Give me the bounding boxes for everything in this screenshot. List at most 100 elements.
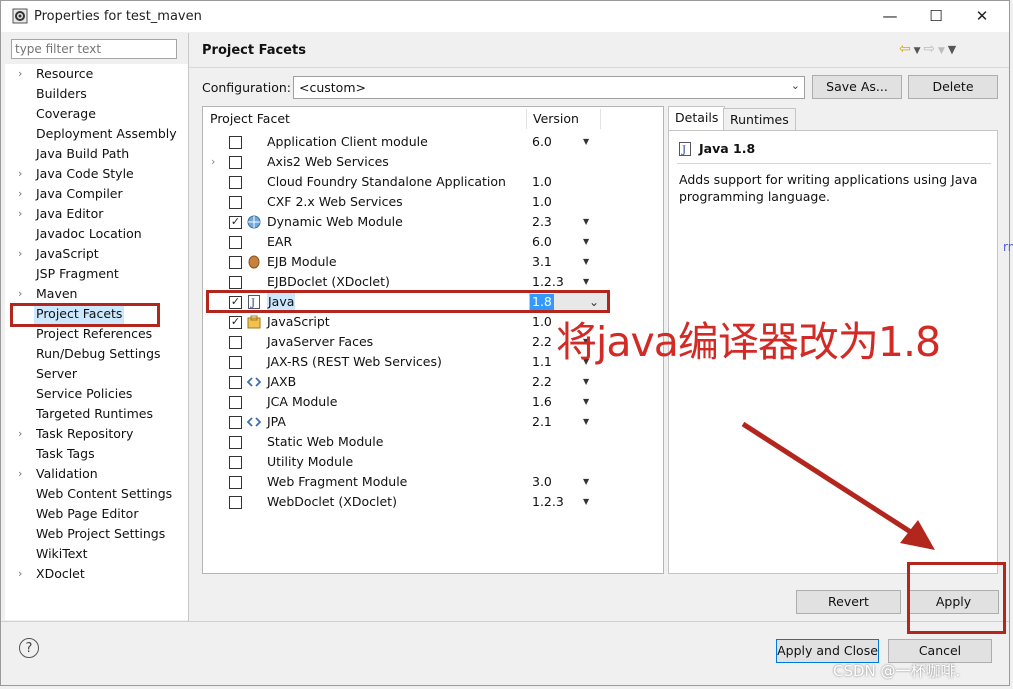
tree-item[interactable]: › XDoclet (5, 564, 187, 584)
chevron-right-icon[interactable]: › (18, 564, 22, 584)
configuration-select[interactable]: <custom> ⌄ (293, 76, 805, 99)
chevron-right-icon[interactable]: › (18, 284, 22, 304)
facet-checkbox[interactable] (229, 476, 242, 489)
tree-item[interactable]: Web Page Editor (5, 504, 187, 524)
facet-checkbox[interactable] (229, 176, 242, 189)
facet-name: CXF 2.x Web Services (267, 194, 403, 209)
minimize-button[interactable]: — (867, 1, 913, 32)
facet-checkbox[interactable]: ✓ (229, 216, 242, 229)
tree-item[interactable]: › Java Editor (5, 204, 187, 224)
tree-item[interactable]: JSP Fragment (5, 264, 187, 284)
tree-item[interactable]: › Task Repository (5, 424, 187, 444)
version-dropdown-icon[interactable]: ▼ (583, 252, 589, 272)
splitter[interactable] (188, 33, 189, 621)
tab-runtimes[interactable]: Runtimes (723, 108, 796, 130)
maximize-button[interactable]: ☐ (913, 1, 959, 32)
chevron-right-icon[interactable]: › (18, 244, 22, 264)
chevron-right-icon[interactable]: › (18, 184, 22, 204)
facet-checkbox[interactable] (229, 416, 242, 429)
facet-checkbox[interactable] (229, 336, 242, 349)
facet-checkbox[interactable] (229, 396, 242, 409)
tree-item[interactable]: › Java Compiler (5, 184, 187, 204)
facet-checkbox[interactable] (229, 276, 242, 289)
tree-item[interactable]: › Java Code Style (5, 164, 187, 184)
help-icon[interactable]: ? (19, 638, 39, 658)
revert-button[interactable]: Revert (796, 590, 901, 614)
facet-checkbox[interactable] (229, 196, 242, 209)
back-menu-icon[interactable]: ▼ (911, 46, 924, 56)
facet-row[interactable]: WebDoclet (XDoclet) 1.2.3 ▼ (203, 492, 663, 512)
tree-item[interactable]: › JavaScript (5, 244, 187, 264)
tree-item[interactable]: Web Project Settings (5, 524, 187, 544)
facet-row[interactable]: JCA Module 1.6 ▼ (203, 392, 663, 412)
tree-item[interactable]: Web Content Settings (5, 484, 187, 504)
tree-item[interactable]: WikiText (5, 544, 187, 564)
tree-item[interactable]: Task Tags (5, 444, 187, 464)
tree-item[interactable]: Server (5, 364, 187, 384)
tree-item[interactable]: › Maven (5, 284, 187, 304)
facet-row[interactable]: Static Web Module (203, 432, 663, 452)
close-button[interactable]: ✕ (959, 1, 1005, 32)
filter-input[interactable] (11, 39, 177, 59)
chevron-right-icon[interactable]: › (18, 204, 22, 224)
facet-row[interactable]: JPA 2.1 ▼ (203, 412, 663, 432)
tree-item[interactable]: › Validation (5, 464, 187, 484)
facet-row[interactable]: › Axis2 Web Services (203, 152, 663, 172)
column-header-version[interactable]: Version (533, 107, 579, 131)
facet-row[interactable]: EJB Module 3.1 ▼ (203, 252, 663, 272)
facet-checkbox[interactable] (229, 136, 242, 149)
facet-row[interactable]: EAR 6.0 ▼ (203, 232, 663, 252)
facet-checkbox[interactable] (229, 376, 242, 389)
version-dropdown-icon[interactable]: ▼ (583, 212, 589, 232)
chevron-right-icon[interactable]: › (18, 424, 22, 444)
back-icon[interactable]: ⇦ (899, 41, 911, 57)
facet-checkbox[interactable] (229, 256, 242, 269)
facet-row[interactable]: Utility Module (203, 452, 663, 472)
chevron-right-icon[interactable]: › (211, 152, 215, 172)
facet-row[interactable]: CXF 2.x Web Services 1.0 (203, 192, 663, 212)
version-dropdown-icon[interactable]: ▼ (583, 392, 589, 412)
tree-item[interactable]: Deployment Assembly (5, 124, 187, 144)
facet-checkbox[interactable] (229, 436, 242, 449)
delete-button[interactable]: Delete (908, 75, 998, 99)
facet-row[interactable]: JAXB 2.2 ▼ (203, 372, 663, 392)
forward-menu-icon[interactable]: ▼ (935, 46, 948, 56)
version-dropdown-icon[interactable]: ▼ (583, 472, 589, 492)
version-dropdown-icon[interactable]: ▼ (583, 492, 589, 512)
view-menu-icon[interactable]: ▼ (948, 43, 956, 56)
facet-checkbox[interactable]: ✓ (229, 316, 242, 329)
facet-checkbox[interactable] (229, 236, 242, 249)
tree-item[interactable]: Service Policies (5, 384, 187, 404)
facet-row[interactable]: Application Client module 6.0 ▼ (203, 132, 663, 152)
tree-item[interactable]: Javadoc Location (5, 224, 187, 244)
facet-row[interactable]: EJBDoclet (XDoclet) 1.2.3 ▼ (203, 272, 663, 292)
facet-row[interactable]: Web Fragment Module 3.0 ▼ (203, 472, 663, 492)
facet-checkbox[interactable] (229, 456, 242, 469)
facet-name: JavaScript (267, 314, 330, 329)
tree-item[interactable]: Builders (5, 84, 187, 104)
facet-checkbox[interactable] (229, 156, 242, 169)
facet-checkbox[interactable] (229, 496, 242, 509)
chevron-right-icon[interactable]: › (18, 164, 22, 184)
tree-item[interactable]: Project References (5, 324, 187, 344)
chevron-right-icon[interactable]: › (18, 464, 22, 484)
forward-icon[interactable]: ⇨ (923, 41, 935, 57)
column-header-facet[interactable]: Project Facet (210, 107, 290, 131)
tree-item[interactable]: › Resource (5, 64, 187, 84)
tree-item[interactable]: Run/Debug Settings (5, 344, 187, 364)
facet-checkbox[interactable] (229, 356, 242, 369)
version-dropdown-icon[interactable]: ▼ (583, 132, 589, 152)
facet-row[interactable]: Cloud Foundry Standalone Application 1.0 (203, 172, 663, 192)
tree-item[interactable]: Java Build Path (5, 144, 187, 164)
tab-details[interactable]: Details (668, 106, 726, 131)
tree-item[interactable]: Targeted Runtimes (5, 404, 187, 424)
chevron-right-icon[interactable]: › (18, 64, 22, 84)
facet-row[interactable]: ✓ Dynamic Web Module 2.3 ▼ (203, 212, 663, 232)
version-dropdown-icon[interactable]: ▼ (583, 372, 589, 392)
version-dropdown-icon[interactable]: ▼ (583, 272, 589, 292)
save-as-button[interactable]: Save As... (812, 75, 902, 99)
tree-item[interactable]: Coverage (5, 104, 187, 124)
version-dropdown-icon[interactable]: ▼ (583, 232, 589, 252)
version-dropdown-icon[interactable]: ▼ (583, 412, 589, 432)
tree-item-label: Project References (36, 326, 153, 341)
